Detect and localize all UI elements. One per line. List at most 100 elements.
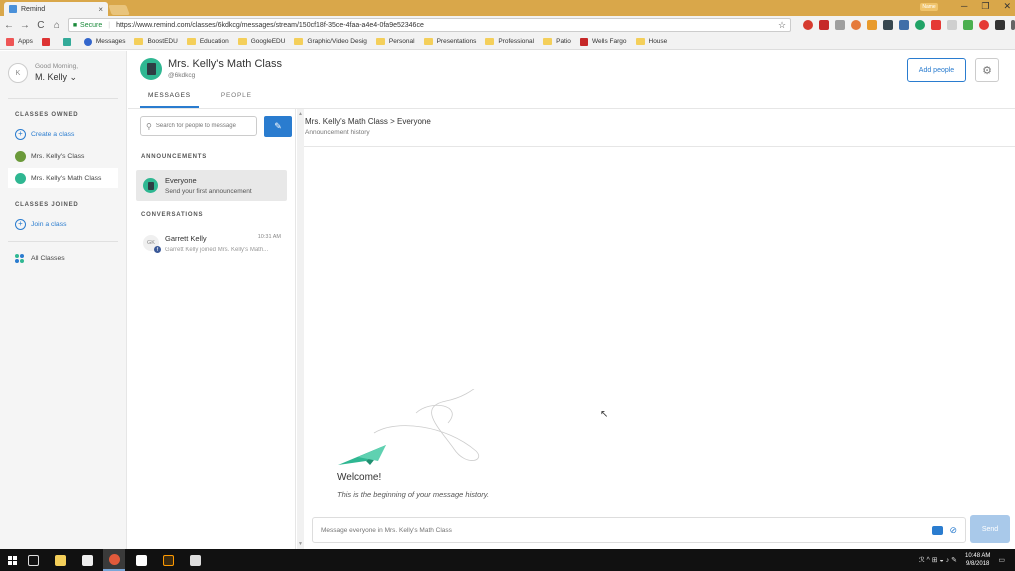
bookmark-apps[interactable]: Apps	[6, 37, 33, 46]
browser-tab[interactable]: Remind ×	[4, 2, 108, 16]
bookmark-folder[interactable]: Professional	[485, 38, 534, 45]
extension-icon[interactable]	[899, 20, 910, 30]
home-icon[interactable]: ⌂	[50, 20, 64, 31]
message-input[interactable]	[321, 526, 933, 534]
gmail-icon	[41, 37, 50, 46]
breadcrumb: Mrs. Kelly's Math Class > Everyone	[305, 117, 431, 126]
forward-icon[interactable]: →	[18, 20, 32, 31]
folder-icon	[423, 38, 433, 45]
illustrator-icon[interactable]	[157, 549, 179, 571]
reload-icon[interactable]: C	[34, 20, 48, 31]
tab-close-icon[interactable]: ×	[98, 5, 103, 14]
address-bar[interactable]: ■ Secure | https://www.remind.com/classe…	[67, 18, 792, 32]
bookmark-folder[interactable]: Education	[186, 38, 229, 45]
extension-icon[interactable]	[931, 20, 942, 30]
clock-date: 9/8/2018	[966, 561, 990, 567]
wells-fargo-icon	[579, 37, 588, 46]
left-sidebar: K Good Morning, M. Kelly ⌄ CLASSES OWNED…	[0, 51, 127, 549]
search-field[interactable]: ⚲	[140, 116, 257, 136]
gear-icon[interactable]: ⚙	[975, 58, 999, 82]
windows-taskbar: ℛ ^ ⊞ ◒ ♪ ✎ 10:48 AM 9/8/2018 ▭	[0, 549, 1015, 571]
sidebar-item-class[interactable]: Mrs. Kelly's Class	[8, 146, 118, 166]
clock-time: 10:48 AM	[965, 553, 991, 559]
folder-icon	[134, 38, 144, 45]
bookmark-star-icon[interactable]: ☆	[778, 20, 786, 31]
announcement-item[interactable]: Everyone Send your first announcement	[136, 170, 287, 201]
bookmark-folder[interactable]: Personal	[375, 38, 415, 45]
extension-icon[interactable]	[979, 20, 990, 30]
tray-icons[interactable]: ℛ ^ ⊞ ◒ ♪ ✎	[919, 556, 957, 564]
bookmark-drive[interactable]	[62, 37, 75, 46]
extension-icon[interactable]	[803, 20, 814, 30]
sidebar-item-math-class[interactable]: Mrs. Kelly's Math Class	[8, 168, 118, 188]
window-user-badge[interactable]: Name	[920, 3, 938, 11]
task-view-icon[interactable]	[22, 549, 44, 571]
close-window-icon[interactable]: ✕	[1003, 1, 1011, 12]
bookmark-gmail[interactable]	[41, 37, 54, 46]
clock[interactable]: 10:48 AM 9/8/2018	[965, 552, 990, 568]
send-button[interactable]: Send	[970, 515, 1010, 543]
folder-icon	[635, 38, 645, 45]
extension-icon[interactable]	[915, 20, 926, 30]
mouse-cursor-icon: ↖	[600, 409, 609, 420]
extension-icon[interactable]	[867, 20, 878, 30]
maximize-icon[interactable]: ❐	[981, 1, 989, 12]
tab-messages[interactable]: MESSAGES	[140, 87, 199, 108]
notes-app-icon[interactable]	[130, 549, 152, 571]
extension-icon[interactable]	[963, 20, 974, 30]
extension-icon[interactable]	[851, 20, 862, 30]
bookmarks-bar: Apps Messages BoostEDU Education GoogleE…	[0, 34, 1015, 50]
facebook-icon: f	[154, 246, 161, 253]
photos-app-icon[interactable]	[184, 549, 206, 571]
extension-icon[interactable]	[947, 20, 958, 30]
extension-icon[interactable]	[835, 20, 846, 30]
scroll-down-icon[interactable]: ▼	[298, 541, 303, 547]
class-apple-icon	[15, 150, 26, 162]
url-text[interactable]: https://www.remind.com/classes/6kdkcg/me…	[116, 22, 778, 29]
remind-favicon-icon	[9, 5, 17, 13]
extension-icon[interactable]	[995, 20, 1006, 30]
bookmark-folder[interactable]: House	[635, 38, 667, 45]
create-class-link[interactable]: + Create a class	[8, 124, 118, 144]
bookmark-folder[interactable]: BoostEDU	[134, 38, 178, 45]
bookmark-messages[interactable]: Messages	[83, 37, 125, 46]
chrome-taskbar-icon[interactable]	[103, 549, 125, 571]
list-item[interactable]: GK f Garrett Kelly 10:31 AM Garrett Kell…	[136, 231, 287, 261]
user-menu[interactable]: K Good Morning, M. Kelly ⌄	[8, 63, 78, 83]
avatar: K	[8, 63, 28, 83]
calculator-icon	[140, 58, 162, 80]
extension-icon[interactable]	[819, 20, 830, 30]
file-explorer-icon[interactable]	[49, 549, 71, 571]
bookmark-wells-fargo[interactable]: Wells Fargo	[579, 37, 627, 46]
scrollbar[interactable]: ▲ ▼	[297, 109, 304, 549]
minimize-icon[interactable]: ─	[961, 1, 967, 12]
message-composer[interactable]: ⊘	[312, 517, 966, 543]
camera-icon[interactable]	[932, 525, 944, 535]
bookmark-folder[interactable]: GoogleEDU	[237, 38, 285, 45]
bookmark-folder[interactable]: Patio	[543, 38, 571, 45]
bookmark-folder[interactable]: Graphic/Video Desig	[294, 38, 367, 45]
notifications-icon[interactable]: ▭	[998, 556, 1005, 564]
classes-joined-heading: CLASSES JOINED	[15, 202, 79, 208]
back-icon[interactable]: ←	[2, 20, 16, 31]
omnibox-divider: |	[108, 21, 111, 29]
avatar: GK f	[143, 235, 161, 253]
tab-people[interactable]: PEOPLE	[213, 87, 260, 108]
search-input[interactable]	[155, 123, 252, 129]
compose-button[interactable]: ✎	[264, 116, 292, 137]
windows-start-icon[interactable]	[8, 555, 17, 565]
add-people-button[interactable]: Add people	[907, 58, 966, 82]
bookmark-folder[interactable]: Presentations	[423, 38, 476, 45]
window-controls: ─ ❐ ✕	[961, 1, 1011, 12]
document-app-icon[interactable]	[76, 549, 98, 571]
announcement-subtitle: Send your first announcement	[165, 188, 252, 195]
extension-icon[interactable]	[883, 20, 894, 30]
paperclip-icon[interactable]: ⊘	[949, 525, 957, 536]
remind-app: K Good Morning, M. Kelly ⌄ CLASSES OWNED…	[0, 51, 1015, 549]
calculator-icon	[143, 178, 158, 193]
scroll-up-icon[interactable]: ▲	[298, 111, 303, 117]
new-tab-button[interactable]	[108, 5, 130, 15]
menu-kebab-icon[interactable]	[1011, 20, 1015, 30]
all-classes-link[interactable]: All Classes	[8, 248, 118, 268]
join-class-link[interactable]: + Join a class	[8, 214, 118, 234]
